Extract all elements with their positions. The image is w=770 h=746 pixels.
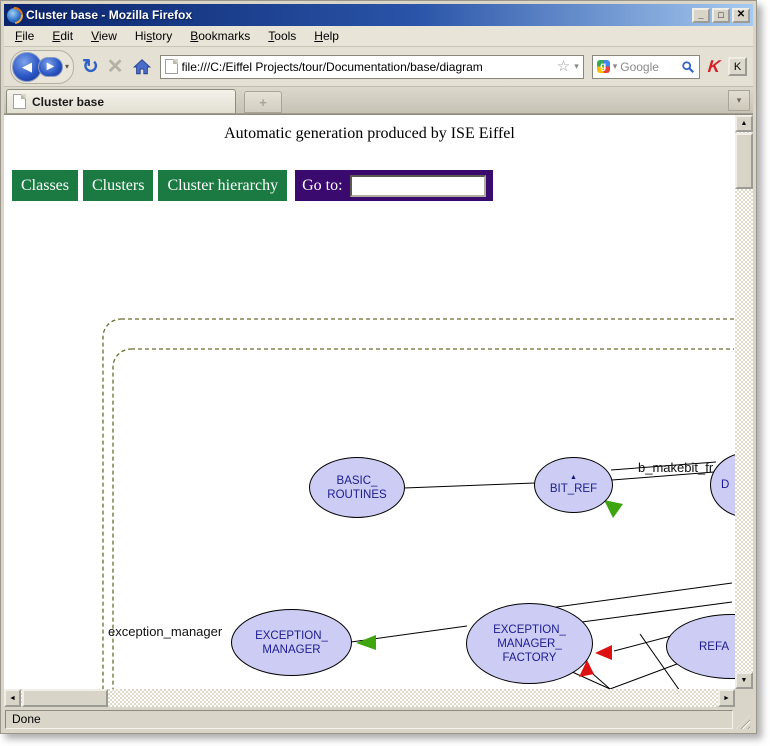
menu-tools[interactable]: Tools [259,26,305,46]
scroll-up-button[interactable]: ▲ [735,115,753,132]
vertical-scrollbar[interactable]: ▲ ▼ [735,115,753,689]
menu-view[interactable]: View [82,26,126,46]
search-input[interactable]: Google [620,60,677,74]
forward-button[interactable]: ▶ [38,57,63,77]
stop-button[interactable]: ✕ [107,57,124,77]
reload-button[interactable]: ↻ [82,57,99,77]
green-arrowhead-exception-manager [356,635,376,650]
cluster-label-exception-manager: exception_manager [108,624,222,639]
menu-file[interactable]: File [6,26,43,46]
close-button[interactable]: ✕ [732,8,750,23]
tab-label: Cluster base [32,95,104,109]
menu-bar: File Edit View History Bookmarks Tools H… [4,26,753,47]
google-icon [597,60,610,73]
url-text[interactable]: file:///C:/Eiffel Projects/tour/Document… [182,60,553,74]
history-dropdown-icon[interactable]: ▾ [65,62,69,71]
scroll-left-button[interactable]: ◄ [4,689,21,707]
diagram-edges [4,115,734,689]
scroll-right-button[interactable]: ► [718,689,735,707]
menu-history[interactable]: History [126,26,181,46]
kaspersky-icon[interactable]: K [707,58,721,75]
page-favicon [165,59,178,74]
class-node-basic-routines[interactable]: BASIC_ ROUTINES [309,457,405,518]
search-engine-dropdown-icon[interactable]: ▾ [613,61,618,72]
k-extension-button[interactable]: K [728,57,747,76]
back-forward-group: ◀ ▶ ▾ [10,50,74,84]
tab-favicon [13,94,26,109]
search-magnifier-icon[interactable] [681,60,695,74]
green-arrowhead-bitref [604,500,623,518]
horizontal-scrollbar[interactable]: ◄ ► [4,689,735,707]
new-tab-button[interactable]: + [244,91,282,113]
tab-strip: Cluster base + ▾ [4,87,753,114]
horizontal-scroll-thumb[interactable] [22,689,108,707]
edge-label-b-makebit: b_makebit_fr [638,460,713,475]
page-viewport: Automatic generation produced by ISE Eif… [4,114,753,707]
status-bar: Done [4,707,753,730]
url-bar[interactable]: file:///C:/Eiffel Projects/tour/Document… [160,55,584,79]
tab-cluster-base[interactable]: Cluster base [6,89,236,113]
page-content: Automatic generation produced by ISE Eif… [4,115,735,689]
deferred-marker-icon: ▲ [570,474,577,482]
list-all-tabs-button[interactable]: ▾ [728,90,750,111]
bookmark-star-icon[interactable]: ☆ [557,59,570,74]
class-node-bit-ref[interactable]: ▲ BIT_REF [534,457,613,513]
class-node-exception-manager-factory[interactable]: EXCEPTION_ MANAGER_ FACTORY [466,603,593,684]
home-icon[interactable] [132,58,152,76]
class-node-exception-manager[interactable]: EXCEPTION_ MANAGER [231,609,352,676]
window-title: Cluster base - Mozilla Firefox [26,8,688,22]
title-bar: Cluster base - Mozilla Firefox _ □ ✕ [4,4,753,26]
menu-edit[interactable]: Edit [43,26,82,46]
red-arrowhead-factory-upper [595,645,612,660]
firefox-icon [7,8,22,23]
search-bar[interactable]: ▾ Google [592,55,700,79]
scrollbar-corner [735,689,753,707]
vertical-scroll-thumb[interactable] [735,133,753,189]
status-text: Done [5,710,733,729]
browser-window: Cluster base - Mozilla Firefox _ □ ✕ Fil… [0,0,757,734]
menu-bookmarks[interactable]: Bookmarks [181,26,259,46]
navigation-toolbar: ◀ ▶ ▾ ↻ ✕ file:///C:/Eiffel Projects/tou… [4,47,753,87]
minimize-button[interactable]: _ [692,8,710,23]
scroll-down-button[interactable]: ▼ [735,672,753,689]
maximize-button[interactable]: □ [712,8,730,23]
url-dropdown-icon[interactable]: ▾ [574,61,579,72]
resize-grip[interactable] [736,715,750,729]
menu-help[interactable]: Help [305,26,348,46]
